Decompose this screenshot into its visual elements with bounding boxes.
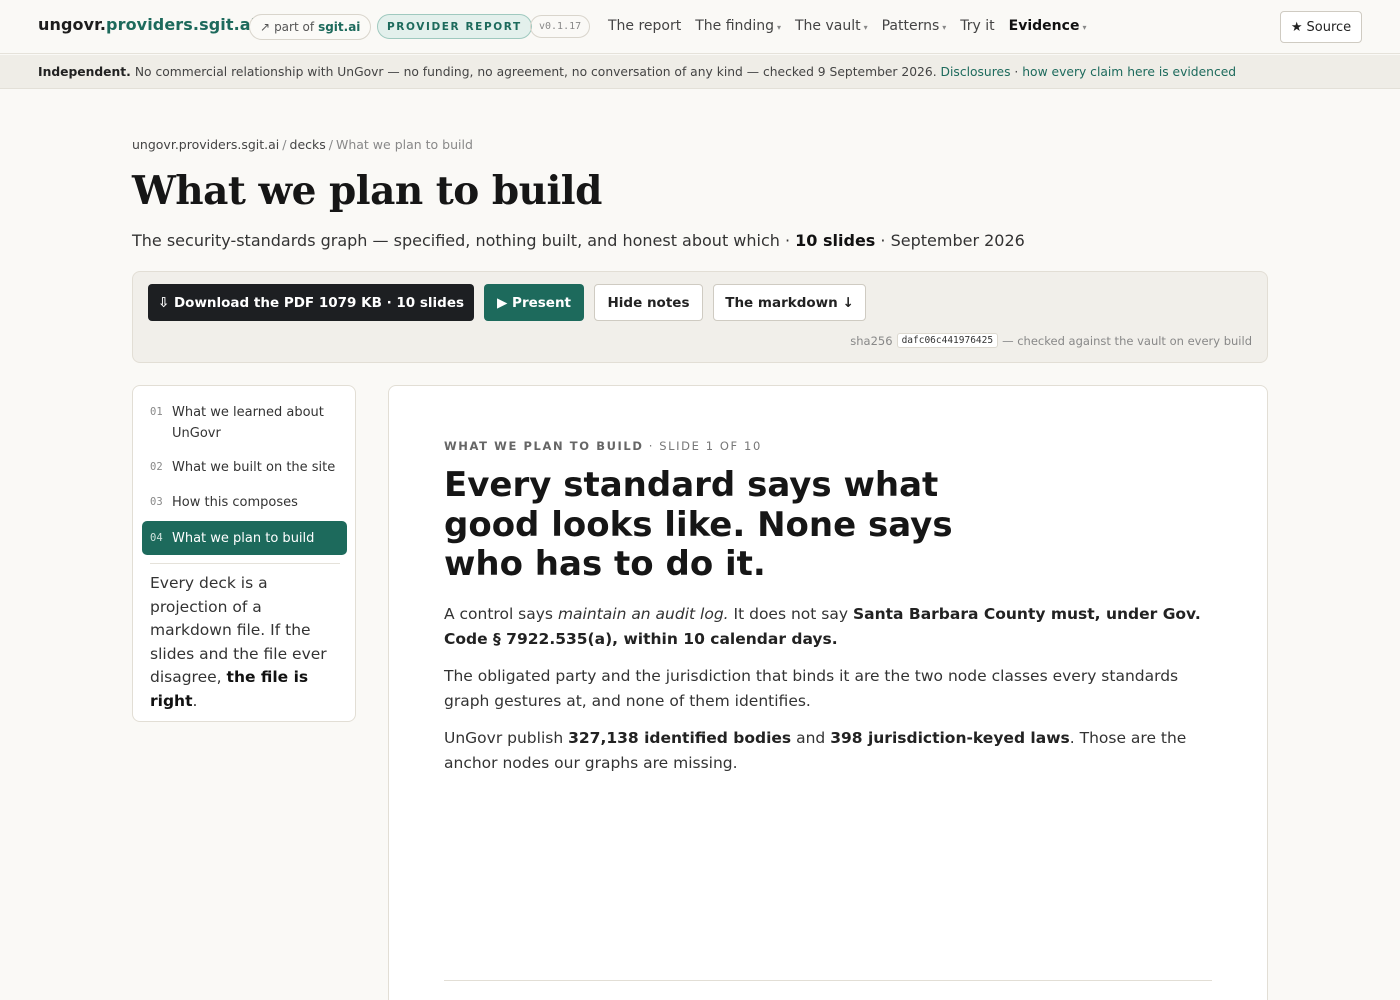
star-icon: ★: [1290, 19, 1303, 35]
brand-domain: providers.sgit.ai: [106, 15, 257, 34]
nav-link-label: The vault: [794, 18, 861, 34]
breadcrumb-home[interactable]: ungovr.providers.sgit.ai: [132, 137, 279, 152]
chevron-down-icon: ▾: [776, 23, 781, 32]
deck-item-label: What we plan to build: [172, 530, 315, 546]
hide-notes-button[interactable]: Hide notes: [594, 284, 703, 321]
slide-paragraph-2: The obligated party and the jurisdiction…: [444, 667, 1179, 710]
sha-label: sha256: [850, 333, 893, 348]
top-nav: ungovr.providers.sgit.ai ↗ part of sgit.…: [0, 0, 1400, 54]
banner-dot: ·: [1014, 64, 1019, 79]
deck-item-number: 04: [150, 531, 163, 544]
breadcrumb-current: What we plan to build: [335, 137, 473, 152]
para-strong: 327,138 identified bodies: [568, 729, 792, 747]
nav-link-label: Evidence: [1008, 18, 1080, 34]
sidebar-note: Every deck is a projection of a markdown…: [150, 572, 340, 713]
source-button-label: Source: [1306, 19, 1352, 35]
banner-lead: Independent.: [38, 64, 131, 79]
para-strong: 398 jurisdiction-keyed laws: [830, 729, 1070, 747]
version-badge: v0.1.17: [530, 15, 591, 38]
slide-paragraph-3: UnGovr publish 327,138 identified bodies…: [444, 726, 1224, 776]
brand-logo[interactable]: ungovr.providers.sgit.ai: [38, 15, 256, 34]
sidebar-divider: [150, 563, 340, 564]
deck-item-label: What we learned about UnGovr: [172, 405, 324, 441]
subtitle-slide-count: 10 slides: [795, 231, 876, 250]
nav-link-vault[interactable]: The vault ▾: [795, 18, 868, 34]
evidence-method-link[interactable]: how every claim here is evidenced: [1022, 65, 1236, 79]
provider-report-badge: PROVIDER REPORT: [377, 14, 532, 39]
para-emphasis: maintain an audit log.: [557, 605, 729, 623]
banner-text: No commercial relationship with UnGovr —…: [134, 64, 937, 79]
nav-link-try-it[interactable]: Try it: [960, 18, 994, 34]
deck-item-number: 01: [150, 406, 163, 418]
nav-link-label: Try it: [960, 18, 995, 34]
slide-kicker: WHAT WE PLAN TO BUILD · SLIDE 1 OF 10: [444, 439, 762, 453]
breadcrumb-separator: /: [328, 137, 333, 152]
nav-link-evidence[interactable]: Evidence ▾: [1009, 18, 1087, 34]
sha-value: dafc06c441976425: [896, 333, 999, 348]
independence-banner: Independent. No commercial relationship …: [0, 55, 1400, 89]
chevron-down-icon: ▾: [942, 23, 947, 32]
page-title: What we plan to build: [132, 168, 602, 214]
chevron-down-icon: ▾: [863, 23, 868, 32]
deck-item-number: 03: [150, 496, 163, 508]
para-text: and: [796, 729, 826, 747]
deck-item-label: How this composes: [172, 495, 298, 510]
deck-item-learned[interactable]: 01 What we learned about UnGovr: [142, 402, 347, 444]
para-text: It does not say: [733, 605, 849, 623]
slide-divider: [444, 980, 1212, 981]
nav-link-label: Patterns: [881, 18, 940, 34]
download-pdf-button[interactable]: ⇩ Download the PDF 1079 KB · 10 slides: [148, 284, 474, 321]
part-of-link[interactable]: ↗ part of sgit.ai: [249, 14, 372, 40]
markdown-button[interactable]: The markdown ↓: [713, 284, 866, 321]
nav-link-finding[interactable]: The finding ▾: [695, 18, 781, 34]
deck-item-built[interactable]: 02 What we built on the site: [142, 457, 347, 478]
para-text: UnGovr publish: [444, 729, 564, 747]
present-button[interactable]: ▶ Present: [484, 284, 584, 321]
sha-checksum: sha256 dafc06c441976425 — checked agains…: [850, 333, 1252, 348]
subtitle-date: · September 2026: [880, 231, 1025, 250]
slide-headline: Every standard says what good looks like…: [444, 465, 953, 584]
subtitle-text: The security-standards graph — specified…: [132, 231, 791, 250]
nav-link-patterns[interactable]: Patterns ▾: [882, 18, 947, 34]
chevron-down-icon: ▾: [1082, 23, 1087, 32]
nav-link-label: The finding: [695, 18, 774, 34]
deck-sidebar: 01 What we learned about UnGovr 02 What …: [132, 385, 356, 722]
brand-prefix: ungovr.: [38, 15, 107, 34]
nav-link-label: The report: [608, 18, 682, 34]
external-link-icon: ↗: [260, 20, 271, 34]
slide-paragraph-1: A control says maintain an audit log. It…: [444, 602, 1224, 652]
slide-counter: · SLIDE 1 OF 10: [648, 439, 762, 453]
deck-item-composes[interactable]: 03 How this composes: [142, 492, 347, 513]
nav-link-report[interactable]: The report: [608, 18, 681, 34]
nav-links: The report The finding ▾ The vault ▾ Patte…: [608, 18, 1100, 34]
slide-card: WHAT WE PLAN TO BUILD · SLIDE 1 OF 10 Ev…: [388, 385, 1268, 1000]
part-of-site: sgit.ai: [318, 20, 361, 34]
breadcrumb-separator: /: [282, 137, 287, 152]
para-text: A control says: [444, 605, 554, 623]
deck-actions-panel: ⇩ Download the PDF 1079 KB · 10 slides ▶…: [132, 271, 1268, 363]
source-button[interactable]: ★ Source: [1280, 11, 1362, 43]
breadcrumb: ungovr.providers.sgit.ai / decks / What we p…: [132, 137, 473, 152]
disclosures-link[interactable]: Disclosures: [941, 65, 1011, 79]
slide-section: WHAT WE PLAN TO BUILD: [444, 439, 644, 453]
sidebar-note-period: .: [192, 691, 198, 710]
deck-item-label: What we built on the site: [172, 460, 336, 475]
breadcrumb-decks[interactable]: decks: [290, 137, 326, 152]
sha-note: — checked against the vault on every bui…: [1002, 333, 1252, 348]
deck-item-plan[interactable]: 04 What we plan to build: [142, 521, 347, 555]
deck-item-number: 02: [150, 461, 163, 473]
part-of-label: part of: [274, 20, 315, 34]
page-subtitle: The security-standards graph — specified…: [132, 231, 1025, 250]
